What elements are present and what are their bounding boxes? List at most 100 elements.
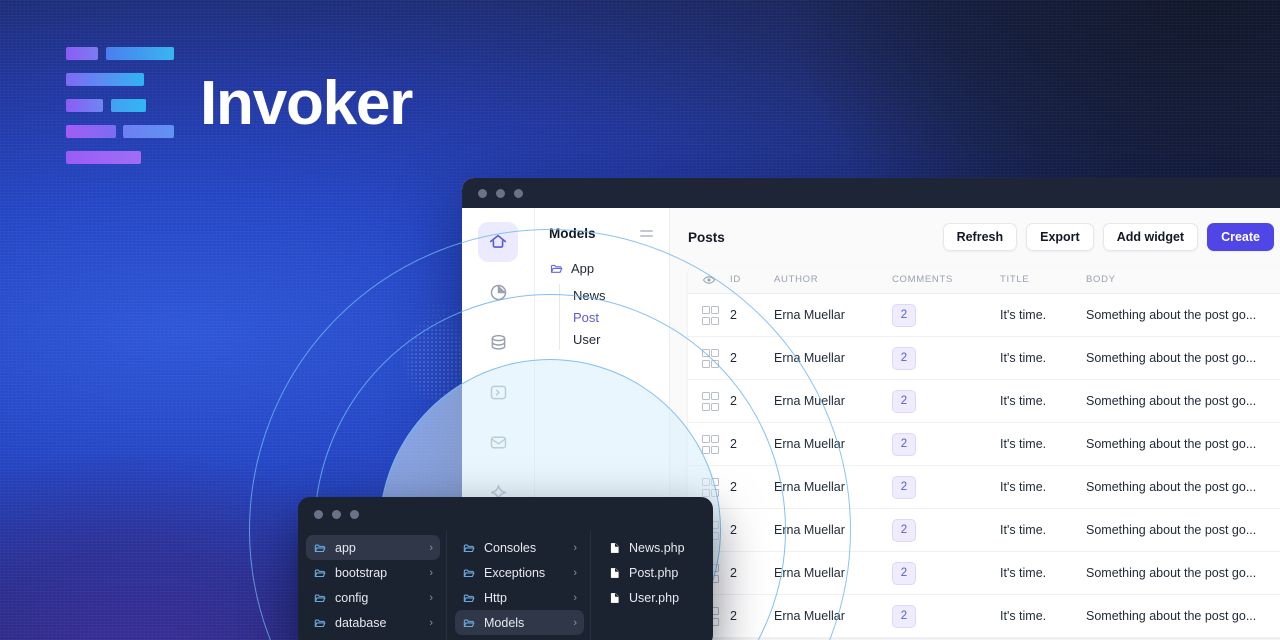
- drag-grid-icon-glyph: [701, 305, 719, 325]
- finder-close-dot[interactable]: [314, 509, 323, 519]
- table-row[interactable]: 2 Erna Muellar 2 It's time. Something about …: [688, 337, 1280, 380]
- file-list-item[interactable]: config ›: [306, 585, 440, 610]
- finder-maximize-dot[interactable]: [350, 509, 359, 519]
- file-browser-titlebar: [298, 497, 713, 531]
- chevron-right-icon: ›: [429, 541, 433, 554]
- file-list-item[interactable]: Models ›: [455, 610, 584, 635]
- file-list-item[interactable]: database ›: [306, 610, 440, 635]
- chevron-right-icon: ›: [429, 566, 433, 579]
- file-list-item-label: Http: [484, 590, 507, 605]
- comments-badge: 2: [892, 561, 916, 585]
- database-icon: [491, 334, 505, 350]
- table-row[interactable]: 2 Erna Muellar 2 It's time. Something about …: [688, 466, 1280, 509]
- content-area: Posts Refresh Export Add widget Create I…: [670, 208, 1280, 640]
- table-row[interactable]: 2 Erna Muellar 2 It's time. Something about …: [688, 380, 1280, 423]
- mail-icon: [490, 436, 506, 448]
- cell-title: It's time.: [1000, 523, 1047, 537]
- page-title: Posts: [688, 229, 725, 245]
- tree-item-user[interactable]: User: [573, 328, 669, 350]
- hamburger-icon[interactable]: [640, 230, 653, 237]
- comments-badge: 2: [892, 475, 916, 499]
- file-list-item[interactable]: app ›: [306, 535, 440, 560]
- file-list-item[interactable]: bootstrap ›: [306, 560, 440, 585]
- file-list-item[interactable]: Exceptions ›: [455, 560, 584, 585]
- add-widget-button[interactable]: Add widget: [1102, 223, 1199, 251]
- cell-id: 2: [730, 437, 737, 451]
- cell-id: 2: [730, 480, 737, 494]
- file-list-item[interactable]: Http ›: [455, 585, 584, 610]
- eye-icon[interactable]: [688, 273, 730, 287]
- file-icon: [610, 567, 619, 578]
- tree-item-post[interactable]: Post: [573, 306, 669, 328]
- file-column-3: News.php Post.php User.php: [591, 531, 713, 640]
- sidebar-item-database[interactable]: [478, 322, 518, 362]
- chevron-right-icon: ›: [573, 591, 577, 604]
- brand-name: Invoker: [200, 69, 413, 138]
- tree-item-app-label: App: [571, 260, 595, 276]
- export-button[interactable]: Export: [1026, 223, 1094, 251]
- chevron-right-icon: ›: [573, 566, 577, 579]
- cell-title: It's time.: [1000, 609, 1047, 623]
- file-list-item-label: Post.php: [629, 565, 679, 580]
- globe-body-dots: [398, 308, 470, 400]
- folder-icon: [463, 569, 475, 577]
- folder-icon: [463, 594, 475, 602]
- models-panel-title: Models: [549, 226, 596, 241]
- finder-minimize-dot[interactable]: [332, 509, 341, 519]
- column-header-author[interactable]: AUTHOR: [774, 274, 892, 285]
- file-list-item-label: User.php: [629, 590, 680, 605]
- cell-body: Something about the post go...: [1086, 394, 1257, 408]
- file-list-item-label: Consoles: [484, 540, 537, 555]
- comments-badge: 2: [892, 518, 916, 542]
- file-list-item[interactable]: News.php: [601, 535, 707, 560]
- chevron-right-icon: ›: [573, 616, 577, 629]
- comments-badge: 2: [892, 303, 916, 327]
- column-header-title[interactable]: TITLE: [1000, 274, 1086, 285]
- dotted-globe-icon: [398, 298, 470, 400]
- column-header-body[interactable]: BODY: [1086, 274, 1280, 285]
- screenshot-stage: Invoker Models App News Post User Posts …: [0, 0, 1280, 640]
- sidebar-item-console[interactable]: [478, 372, 518, 412]
- cell-id: 2: [730, 609, 737, 623]
- chevron-right-icon: ›: [429, 616, 433, 629]
- table-row[interactable]: 2 Erna Muellar 2 It's time. Something about …: [688, 552, 1280, 595]
- create-button[interactable]: Create: [1207, 223, 1274, 251]
- cell-body: Something about the post go...: [1086, 523, 1257, 537]
- window-close-dot[interactable]: [478, 188, 487, 198]
- tree-item-app[interactable]: App: [535, 257, 669, 279]
- table-row[interactable]: 2 Erna Muellar 2 It's time. Something about …: [688, 509, 1280, 552]
- drag-grid-icon[interactable]: [688, 391, 730, 411]
- sidebar-item-analytics[interactable]: [478, 272, 518, 312]
- tree-item-news[interactable]: News: [573, 284, 669, 306]
- table-row[interactable]: 2 Erna Muellar 2 It's time. Something about …: [688, 423, 1280, 466]
- window-maximize-dot[interactable]: [514, 188, 523, 198]
- cell-title: It's time.: [1000, 351, 1047, 365]
- file-list-item[interactable]: Post.php: [601, 560, 707, 585]
- drag-grid-icon[interactable]: [688, 348, 730, 368]
- drag-grid-icon-glyph: [701, 434, 719, 454]
- content-header: Posts Refresh Export Add widget Create: [670, 208, 1280, 266]
- file-list-item[interactable]: Consoles ›: [455, 535, 584, 560]
- sidebar-item-mail[interactable]: [478, 422, 518, 462]
- drag-grid-icon[interactable]: [688, 477, 730, 497]
- cell-id: 2: [730, 351, 737, 365]
- home-icon: [489, 234, 507, 248]
- cell-author: Erna Muellar: [774, 308, 845, 322]
- table-row[interactable]: 2 Erna Muellar 2 It's time. Something about …: [688, 294, 1280, 337]
- drag-grid-icon[interactable]: [688, 305, 730, 325]
- cell-body: Something about the post go...: [1086, 480, 1257, 494]
- drag-grid-icon[interactable]: [688, 434, 730, 454]
- sidebar-item-home[interactable]: [478, 222, 518, 262]
- file-list-item-label: bootstrap: [335, 565, 388, 580]
- file-list-item[interactable]: User.php: [601, 585, 707, 610]
- cell-body: Something about the post go...: [1086, 351, 1257, 365]
- column-header-id[interactable]: ID: [730, 274, 774, 285]
- table-row[interactable]: 2 Erna Muellar 2 It's time. Something about …: [688, 595, 1280, 638]
- column-header-comments[interactable]: COMMENTS: [892, 274, 1000, 285]
- file-browser-columns: app › bootstrap › config › database › Consoles ›…: [298, 531, 713, 640]
- refresh-button[interactable]: Refresh: [942, 223, 1018, 251]
- file-list-item-label: Models: [484, 615, 525, 630]
- folder-icon: [463, 619, 475, 627]
- folder-icon: [463, 544, 475, 552]
- window-minimize-dot[interactable]: [496, 188, 505, 198]
